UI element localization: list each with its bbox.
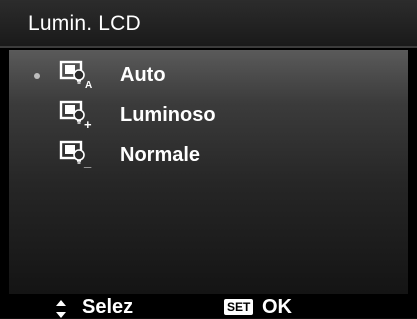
menu-item-auto[interactable]: A Auto [9, 56, 408, 96]
lcd-brightness-auto-icon: A [59, 60, 92, 90]
lcd-brightness-normal-icon: _ [59, 140, 92, 169]
svg-text:_: _ [83, 154, 92, 169]
selection-bullet-icon [34, 73, 40, 79]
svg-text:A: A [85, 80, 92, 90]
menu-item-label: Luminoso [120, 104, 216, 126]
lcd-brightness-bright-icon: + [59, 100, 92, 130]
menu-item-label: Normale [120, 144, 201, 166]
footer-hint-bar: Selez SET OK [0, 294, 417, 318]
set-button-badge: SET [224, 299, 254, 315]
menu-list: A Auto + Luminoso _ Normale [9, 50, 408, 294]
title-bar: Lumin. LCD [0, 0, 417, 48]
menu-item-luminoso[interactable]: + Luminoso [9, 96, 408, 136]
up-down-arrows-icon [56, 300, 66, 318]
svg-text:+: + [84, 117, 92, 130]
ok-hint-label: OK [262, 296, 292, 318]
menu-item-normale[interactable]: _ Normale [9, 136, 408, 176]
menu-title: Lumin. LCD [28, 12, 141, 35]
select-hint-label: Selez [82, 296, 134, 318]
menu-item-label: Auto [120, 64, 166, 86]
camera-lcd-screen: Lumin. LCD A Auto + Luminoso _ Normale S… [0, 0, 417, 318]
